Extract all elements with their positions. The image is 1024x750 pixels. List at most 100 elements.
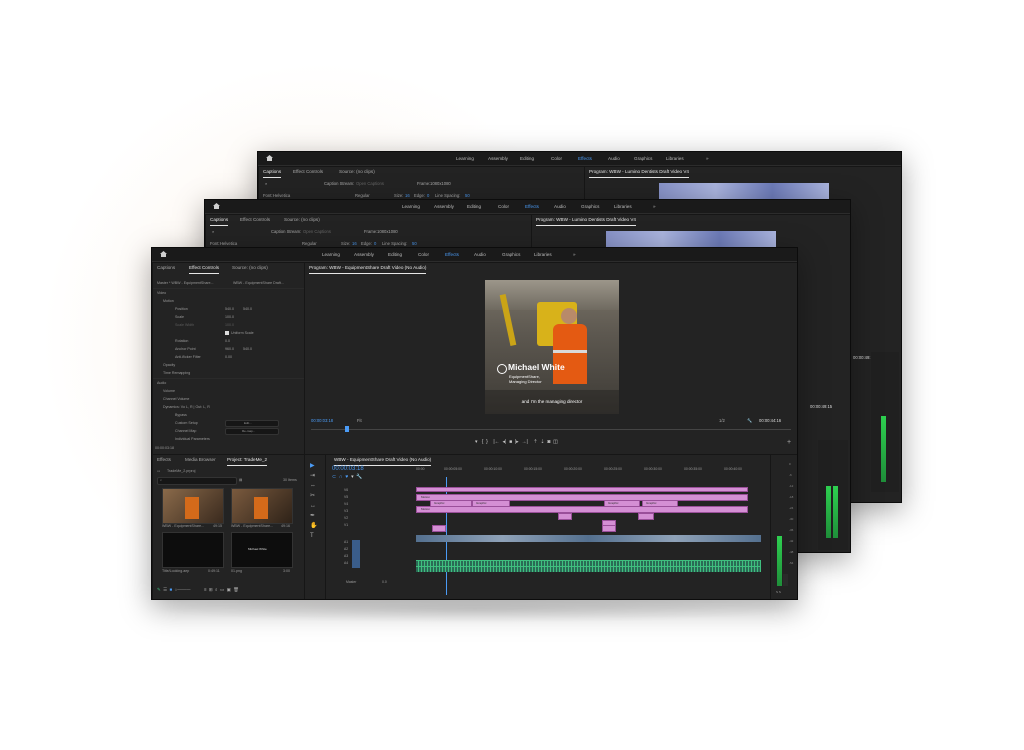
line-spacing-value[interactable]: 50 — [465, 193, 470, 198]
more-workspaces-icon[interactable]: » — [573, 248, 576, 261]
ripple-edit-icon[interactable]: ⇔ — [310, 481, 317, 491]
edge-value[interactable]: 0 — [374, 241, 376, 246]
trash-icon[interactable]: 🗑 — [233, 587, 239, 592]
ws-learning[interactable]: Learning — [402, 200, 420, 213]
sequence-tab[interactable]: WBW - EquipmentShare Draft Video (No Aud… — [334, 455, 432, 466]
ws-libraries[interactable]: Libraries — [534, 248, 552, 261]
linked-selection-icon[interactable]: ∩ — [339, 474, 343, 480]
add-marker-icon[interactable]: ▾ — [351, 474, 354, 480]
fit-dropdown[interactable]: Fit — [357, 418, 362, 423]
home-icon[interactable] — [160, 251, 167, 257]
resolution-dropdown[interactable]: 1/2 — [719, 418, 725, 423]
ws-audio[interactable]: Audio — [554, 200, 566, 213]
ws-assembly[interactable]: Assembly — [434, 200, 454, 213]
fx-time-remap[interactable]: Time Remapping — [163, 371, 190, 375]
project-thumb-4[interactable]: Michael White — [231, 532, 293, 568]
audio-clip-a4[interactable] — [416, 566, 761, 572]
sort-icon[interactable]: ≡ — [204, 587, 207, 592]
master-seq-label[interactable]: WBW - EquipmentShare Draft... — [233, 281, 284, 285]
more-workspaces-icon[interactable]: » — [706, 152, 709, 165]
ws-assembly[interactable]: Assembly — [488, 152, 508, 165]
razor-icon[interactable]: ✂ — [310, 491, 317, 501]
timeline-clip[interactable] — [416, 487, 748, 492]
home-icon[interactable] — [213, 203, 220, 209]
project-thumb-3[interactable] — [162, 532, 224, 568]
automate-icon[interactable]: ⊞ — [209, 587, 213, 592]
tab-project[interactable]: Project: TradeMe_2 — [227, 455, 268, 466]
tab-effects[interactable]: Effects — [157, 455, 171, 465]
rotation-value[interactable]: 0.0 — [225, 339, 230, 343]
timeline-clip[interactable] — [602, 525, 616, 532]
project-thumb-2[interactable] — [231, 488, 293, 524]
track-v4[interactable]: V4 — [344, 502, 348, 506]
ws-libraries[interactable]: Libraries — [666, 152, 684, 165]
video-clip-v1[interactable] — [416, 535, 761, 542]
search-icon[interactable]: ⌕ — [265, 181, 267, 186]
tab-captions[interactable]: Captions — [263, 167, 282, 178]
marker-icon[interactable]: ♥ — [345, 474, 348, 480]
item-2-name[interactable]: WBW - EquipmentShare... — [231, 524, 273, 528]
track-v5[interactable]: V5 — [344, 495, 348, 499]
item-3-name[interactable]: Title/Looking.aep — [162, 569, 189, 573]
home-icon[interactable] — [266, 155, 273, 161]
track-a2[interactable]: A2 — [344, 547, 348, 551]
ws-learning[interactable]: Learning — [322, 248, 340, 261]
timeline-clip[interactable]: Motion — [416, 506, 748, 513]
find-icon[interactable]: ⌕ — [215, 587, 217, 592]
ws-assembly[interactable]: Assembly — [354, 248, 374, 261]
antiflicker-value[interactable]: 0.00 — [225, 355, 232, 359]
add-marker-icon[interactable]: ▾ — [475, 439, 478, 445]
scale-value[interactable]: 100.0 — [225, 315, 234, 319]
new-item-icon[interactable]: ▣ — [227, 587, 231, 592]
project-search-input[interactable]: ⌕ — [157, 477, 237, 485]
tab-effect-controls[interactable]: Effect Controls — [240, 215, 270, 225]
master-track-value[interactable]: 0.0 — [382, 580, 387, 584]
audio-track-target[interactable] — [352, 540, 360, 568]
ws-learning[interactable]: Learning — [456, 152, 474, 165]
tab-captions[interactable]: Captions — [157, 263, 175, 273]
tab-source[interactable]: Source: (no clips) — [284, 215, 320, 225]
ws-audio[interactable]: Audio — [608, 152, 620, 165]
ws-effects[interactable]: Effects — [578, 152, 592, 165]
track-v6[interactable]: V6 — [344, 488, 348, 492]
project-thumb-1[interactable] — [162, 488, 224, 524]
uniform-scale-checkbox[interactable] — [225, 331, 229, 335]
selection-tool-icon[interactable]: ▶ — [310, 461, 317, 471]
item-4-name[interactable]: 01.png — [231, 569, 242, 573]
ws-editing[interactable]: Editing — [388, 248, 402, 261]
lift-icon[interactable]: ⇡ — [533, 439, 537, 445]
wrench-icon[interactable]: 🔧 — [747, 418, 752, 424]
export-frame-icon[interactable]: ◙ — [547, 439, 550, 445]
icon-view-icon[interactable]: ■ — [170, 587, 173, 592]
ws-color[interactable]: Color — [418, 248, 429, 261]
fx-panner[interactable]: Dynamics: Vo L, R | Out: L, R — [163, 405, 210, 409]
track-a4[interactable]: A4 — [344, 561, 348, 565]
size-value[interactable]: 16 — [405, 193, 410, 198]
track-a1[interactable]: A1 — [344, 540, 348, 544]
mark-in-icon[interactable]: { — [482, 439, 484, 445]
ws-editing[interactable]: Editing — [520, 152, 534, 165]
font-value[interactable]: Helvetica — [220, 241, 237, 246]
ws-color[interactable]: Color — [551, 152, 562, 165]
slip-tool-icon[interactable]: ↔ — [310, 501, 317, 511]
style-value[interactable]: Regular — [302, 241, 317, 246]
go-to-out-icon[interactable]: →| — [521, 439, 527, 445]
position-y[interactable]: 540.0 — [243, 307, 252, 311]
item-1-name[interactable]: WBW - EquipmentShare... — [162, 524, 204, 528]
timeline-clip[interactable] — [638, 513, 654, 520]
track-select-icon[interactable]: ⇥ — [310, 471, 317, 481]
fx-channel-volume[interactable]: Channel Volume — [163, 397, 189, 401]
comparison-view-icon[interactable]: ◫ — [553, 439, 558, 445]
play-icon[interactable]: ■ — [509, 439, 512, 445]
tab-effect-controls[interactable]: Effect Controls — [293, 167, 323, 177]
pen-tool-icon[interactable]: ✒ — [310, 511, 317, 521]
style-value[interactable]: Regular — [355, 193, 370, 198]
ws-effects[interactable]: Effects — [525, 200, 539, 213]
tab-captions[interactable]: Captions — [210, 215, 229, 226]
playhead[interactable] — [345, 426, 349, 432]
fx-volume[interactable]: Volume — [163, 389, 175, 393]
go-to-in-icon[interactable]: |← — [493, 439, 499, 445]
type-tool-icon[interactable]: T — [310, 531, 317, 541]
tab-media-browser[interactable]: Media Browser — [185, 455, 216, 465]
track-a3[interactable]: A3 — [344, 554, 348, 558]
